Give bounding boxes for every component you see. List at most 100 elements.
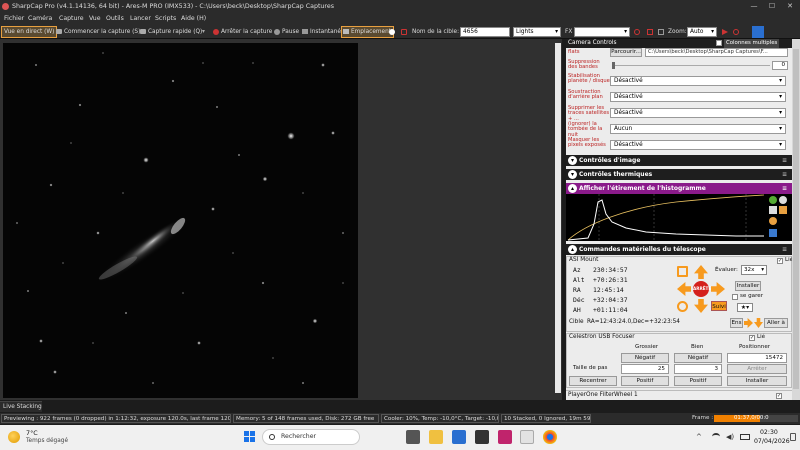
telescope-header[interactable]: ▴ Commandes matérielles du télescope ≡ [566, 244, 792, 255]
menu-tools[interactable]: Outils [106, 13, 124, 25]
flats-path-field[interactable]: C:\Users\beck\Desktop\SharpCap Captures\… [645, 48, 788, 57]
grid-overlay-icon[interactable] [656, 26, 666, 38]
tracking-button[interactable]: Suivi [711, 301, 727, 311]
menu-icon[interactable]: ≡ [782, 155, 787, 166]
focuser-stop-button[interactable]: Arrêter [727, 364, 787, 374]
ens-button[interactable]: Ens [730, 318, 743, 328]
fine-step-input[interactable]: 3 [674, 364, 722, 374]
rate-select[interactable]: 32x [741, 265, 767, 275]
quick-capture-button[interactable]: Capture rapide (Q) [139, 26, 204, 38]
weather-desc[interactable]: Temps dégagé [26, 438, 68, 444]
captured-image[interactable] [3, 43, 358, 398]
focus-icon[interactable] [645, 26, 655, 38]
multiple-columns-checkbox[interactable] [716, 40, 722, 46]
photos-icon[interactable] [475, 430, 489, 444]
recenter-button[interactable]: Recentrer [569, 376, 617, 386]
notifications-icon[interactable] [790, 433, 796, 441]
star-select[interactable]: ★▾ [737, 303, 753, 312]
clock-date[interactable]: 07/04/2026 [754, 438, 790, 445]
image-controls-header[interactable]: ▾ Contrôles d'image ≡ [566, 155, 792, 166]
live-view-button[interactable]: Vue en direct (W) [1, 26, 58, 38]
background-subtraction-select[interactable]: Désactivé [610, 92, 786, 102]
goto-arrow-icon[interactable] [754, 318, 763, 328]
sharpcap-taskbar-icon[interactable] [498, 430, 512, 444]
volume-icon[interactable]: ◀) [726, 433, 734, 441]
mount-connected-checkbox[interactable]: ✓ [777, 258, 783, 264]
minimize-button[interactable]: — [745, 0, 763, 13]
lightning-icon[interactable] [779, 206, 787, 214]
info-icon[interactable] [769, 196, 777, 204]
menu-file[interactable]: Fichier [4, 13, 24, 25]
focuser-install-button[interactable]: Installer [727, 376, 787, 386]
stop-slew-button[interactable]: ARRÊTE [693, 281, 711, 297]
crosshair-icon[interactable] [632, 26, 642, 38]
maximize-button[interactable]: ☐ [763, 0, 781, 13]
band-suppression-slider-thumb[interactable] [612, 62, 615, 69]
fine-negative-button[interactable]: Négatif [674, 353, 722, 363]
pause-button[interactable]: Pause [273, 26, 301, 38]
windows-start-icon[interactable] [244, 431, 256, 443]
focuser-connected-checkbox[interactable]: ✓ [749, 335, 755, 341]
nightfall-select[interactable]: Aucun [610, 124, 786, 134]
scrollbar-thumb[interactable] [793, 49, 799, 389]
menu-icon[interactable]: ≡ [782, 244, 787, 255]
clock-time[interactable]: 02:30 [760, 429, 778, 436]
control-panel-scrollbar[interactable] [792, 39, 800, 400]
brush-icon[interactable] [752, 26, 764, 38]
reset-icon[interactable] [769, 217, 777, 225]
hot-pixels-select[interactable]: Désactivé [610, 140, 786, 150]
stop-capture-button[interactable]: Arrêter la capture [212, 26, 274, 38]
taskbar-search-box[interactable]: Rechercher [262, 429, 360, 445]
pointer-icon[interactable] [720, 26, 730, 38]
chrome-icon[interactable] [543, 430, 557, 444]
stretch-icon[interactable] [769, 206, 777, 214]
histogram-panel[interactable] [566, 194, 792, 241]
tray-chevron-icon[interactable]: ^ [696, 433, 702, 441]
filter-wheel-connected-checkbox[interactable]: ✓ [776, 393, 782, 399]
coarse-step-input[interactable]: 25 [621, 364, 669, 374]
file-explorer-icon[interactable] [429, 430, 443, 444]
flats-browse-button[interactable]: Parcourir... [610, 48, 642, 57]
zoom-select[interactable]: Auto [687, 27, 717, 37]
menu-camera[interactable]: Caméra [28, 13, 52, 25]
close-button[interactable]: ✕ [781, 0, 799, 13]
wifi-icon[interactable] [712, 433, 720, 440]
weather-moon-icon[interactable] [8, 431, 20, 443]
menu-capture[interactable]: Capture [59, 13, 84, 25]
coarse-negative-button[interactable]: Négatif [621, 353, 669, 363]
slew-west-arrow-icon[interactable] [677, 282, 691, 296]
taskview-icon[interactable] [406, 430, 420, 444]
menu-view[interactable]: Vue [89, 13, 101, 25]
sync-arrow-icon[interactable] [744, 318, 753, 328]
target-name-input[interactable]: 4656 [460, 27, 510, 37]
thermal-controls-header[interactable]: ▾ Contrôles thermiques ≡ [566, 169, 792, 180]
snapshot-button[interactable]: Instantané [301, 26, 343, 38]
slew-east-arrow-icon[interactable] [711, 282, 725, 296]
battery-icon[interactable] [740, 434, 750, 440]
contrast-icon[interactable] [779, 196, 787, 204]
slew-north-arrow-icon[interactable] [694, 265, 708, 279]
menu-help[interactable]: Aide (H) [181, 13, 206, 25]
planet-stabilization-select[interactable]: Désactivé [610, 76, 786, 86]
slew-south-arrow-icon[interactable] [694, 299, 708, 313]
satellite-trails-select[interactable]: Désactivé [610, 108, 786, 118]
app-icon[interactable] [452, 430, 466, 444]
notepad-icon[interactable] [520, 430, 534, 444]
park-checkbox[interactable] [732, 294, 738, 300]
mount-install-button[interactable]: Installer [735, 281, 761, 291]
reticle-icon[interactable] [731, 26, 741, 38]
save-icon[interactable] [769, 229, 777, 237]
goto-button[interactable]: Aller à [764, 318, 788, 328]
histogram-header[interactable]: ▴ Afficher l'étirement de l'histogramme … [566, 183, 792, 194]
record-indicator-icon[interactable] [387, 26, 397, 38]
fine-positive-button[interactable]: Positif [674, 376, 722, 386]
mount-mode-icon[interactable] [677, 266, 688, 277]
live-stacking-tab[interactable]: Live Stacking [0, 401, 42, 412]
image-vertical-scrollbar[interactable] [555, 43, 561, 393]
weather-temp[interactable]: 7°C [26, 429, 38, 437]
frame-type-select[interactable]: Lights [513, 27, 561, 37]
band-suppression-value[interactable]: 0 [772, 61, 788, 70]
menu-icon[interactable]: ≡ [782, 183, 787, 194]
menu-launch[interactable]: Lancer [130, 13, 151, 25]
start-capture-button[interactable]: Commencer la capture (S) [55, 26, 142, 38]
